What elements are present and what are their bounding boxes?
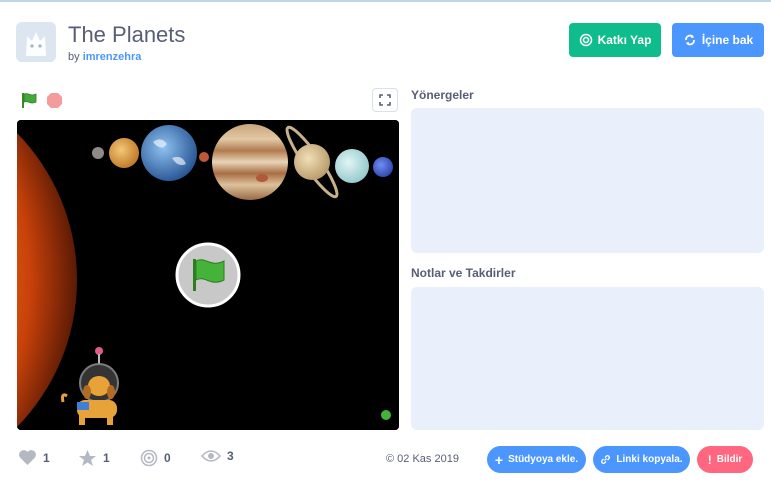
neptune-sprite <box>373 157 393 177</box>
jupiter-sprite <box>212 124 288 200</box>
star-icon <box>79 450 96 466</box>
green-flag-icon <box>22 93 37 108</box>
see-inside-icon <box>684 34 695 46</box>
notes-box[interactable] <box>411 287 764 430</box>
favorite-count: 1 <box>103 451 110 465</box>
favorite-stat[interactable]: 1 <box>78 449 110 467</box>
copy-link-button[interactable]: Linki kopyala. <box>593 446 690 473</box>
see-inside-button[interactable]: İçine bak <box>672 23 764 57</box>
author-link[interactable]: imrenzehra <box>83 51 142 63</box>
green-flag-button[interactable] <box>20 91 38 114</box>
report-button[interactable]: ! Bildir <box>697 446 753 473</box>
eye-icon <box>201 450 221 462</box>
stop-button[interactable] <box>46 92 63 114</box>
view-count: 3 <box>227 449 234 463</box>
shared-date: © 02 Kas 2019 <box>386 453 459 465</box>
stop-icon <box>47 93 62 108</box>
uranus-sprite <box>335 149 369 183</box>
remix-stat: 0 <box>140 449 171 467</box>
author-avatar[interactable] <box>16 22 56 62</box>
remix-label: Katkı Yap <box>597 33 652 47</box>
fullscreen-button[interactable] <box>372 88 398 112</box>
earth-sprite <box>141 125 197 181</box>
remix-button[interactable]: Katkı Yap <box>569 23 661 57</box>
mars-sprite <box>199 152 209 162</box>
heart-icon <box>19 450 36 465</box>
add-to-studio-label: Stüdyoya ekle. <box>508 454 579 465</box>
copyright-icon: © <box>386 453 395 465</box>
remix-count-icon <box>140 449 158 467</box>
project-stage[interactable] <box>17 120 399 430</box>
love-stat[interactable]: 1 <box>18 449 50 466</box>
see-inside-label: İçine bak <box>701 33 754 47</box>
by-label: by <box>68 51 80 63</box>
link-icon <box>601 455 611 464</box>
instructions-box[interactable] <box>411 108 764 253</box>
byline: by imrenzehra <box>68 51 141 63</box>
notes-title: Notlar ve Takdirler <box>411 266 516 280</box>
date-text: 02 Kas 2019 <box>397 453 459 465</box>
mercury-sprite <box>92 147 104 159</box>
remix-icon <box>579 33 592 47</box>
copy-link-label: Linki kopyala. <box>616 454 683 465</box>
remix-count: 0 <box>164 451 171 465</box>
report-label: Bildir <box>716 454 743 465</box>
add-to-studio-button[interactable]: + Stüdyoya ekle. <box>487 446 586 473</box>
project-title: The Planets <box>68 22 186 47</box>
saturn-sprite <box>294 144 330 180</box>
top-border <box>0 0 771 2</box>
instructions-title: Yönergeler <box>411 88 474 102</box>
love-count: 1 <box>43 450 50 465</box>
exclamation-icon: ! <box>707 452 712 467</box>
view-stat: 3 <box>201 449 234 463</box>
venus-sprite <box>109 138 139 168</box>
plus-icon: + <box>494 451 504 468</box>
fullscreen-icon <box>379 94 391 106</box>
